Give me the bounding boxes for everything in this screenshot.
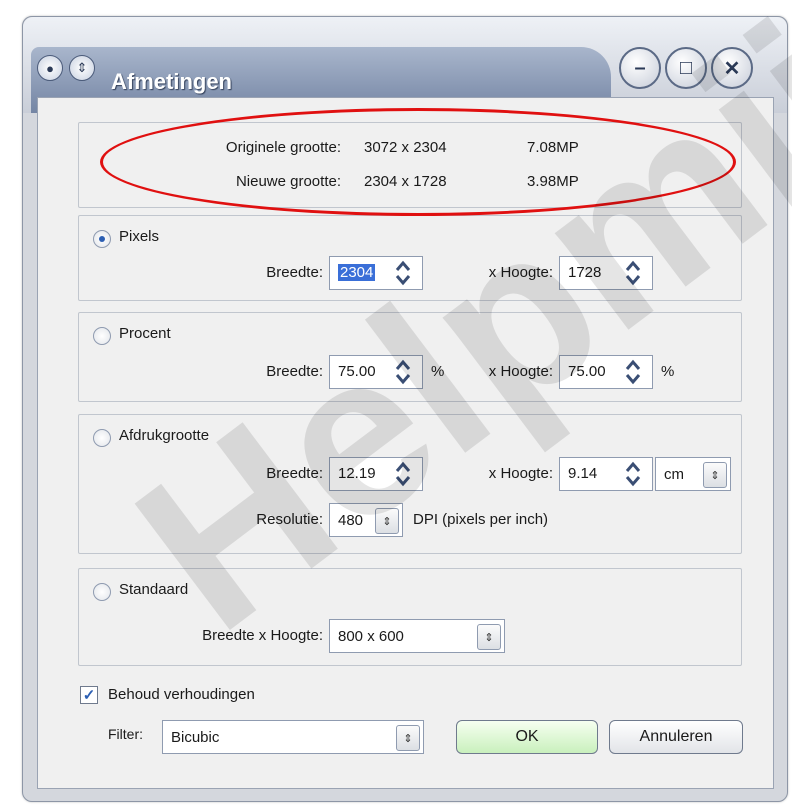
standard-size-value: 800 x 600 (338, 628, 404, 645)
window-title: Afmetingen (111, 69, 232, 94)
percent-group: Procent Breedte: 75.00 % x Hoogte: 75.00… (78, 312, 742, 402)
print-height-label: x Hoogte: (488, 465, 553, 482)
pixels-radio-label: Pixels (119, 228, 160, 245)
dropdown-icon: ⇕ (477, 624, 501, 650)
new-size-value: 2304 x 1728 (364, 173, 447, 190)
standard-group: Standaard Breedte x Hoogte: 800 x 600 ⇕ (78, 568, 742, 666)
collapse-icon[interactable]: ⇕ (69, 55, 95, 81)
original-mp-value: 7.08MP (527, 139, 579, 156)
standard-radio[interactable] (93, 583, 111, 601)
percent-width-spinner[interactable] (391, 356, 415, 388)
pixels-width-spinner[interactable] (391, 257, 415, 289)
print-height-spinner[interactable] (621, 458, 645, 490)
percent-radio[interactable] (93, 327, 111, 345)
percent-width-label: Breedte: (266, 363, 323, 380)
pixels-height-spinner[interactable] (621, 257, 645, 289)
print-size-radio-label: Afdrukgrootte (119, 427, 210, 444)
close-button[interactable]: ✕ (711, 47, 753, 89)
print-width-label: Breedte: (266, 465, 323, 482)
print-unit-select[interactable]: cm ⇕ (655, 457, 731, 491)
size-summary-group: Originele grootte: 3072 x 2304 7.08MP Ni… (78, 122, 742, 208)
original-size-value: 3072 x 2304 (364, 139, 447, 156)
print-size-radio[interactable] (93, 429, 111, 447)
pixels-group: Pixels Breedte: 2304 x Hoogte: 1728 (78, 215, 742, 301)
dropdown-icon: ⇕ (375, 508, 399, 534)
window-menu-icon[interactable]: ● (37, 55, 63, 81)
standard-size-label: Breedte x Hoogte: (202, 627, 323, 644)
ok-button[interactable]: OK (456, 720, 598, 754)
print-unit-value: cm (664, 466, 684, 483)
filter-select[interactable]: Bicubic ⇕ (162, 720, 424, 754)
percent-width-unit: % (431, 363, 445, 380)
resolution-unit: DPI (pixels per inch) (413, 511, 549, 528)
percent-radio-label: Procent (119, 325, 171, 342)
original-size-label: Originele grootte: (225, 139, 341, 156)
print-size-group: Afdrukgrootte Breedte: 12.19 x Hoogte: 9… (78, 414, 742, 554)
filter-value: Bicubic (171, 729, 220, 746)
resolution-value: 480 (338, 512, 364, 529)
maximize-button[interactable]: □ (665, 47, 707, 89)
percent-height-label: x Hoogte: (488, 363, 553, 380)
dropdown-icon: ⇕ (703, 462, 727, 488)
dialog-body: Originele grootte: 3072 x 2304 7.08MP Ni… (37, 97, 774, 789)
filter-label: Filter: (108, 726, 143, 742)
cancel-button[interactable]: Annuleren (609, 720, 743, 754)
minimize-button[interactable]: – (619, 47, 661, 89)
pixels-height-label: x Hoogte: (488, 264, 553, 281)
percent-height-unit: % (661, 363, 675, 380)
keep-ratio-checkbox[interactable]: ✓ (80, 686, 98, 704)
resolution-label: Resolutie: (256, 511, 323, 528)
resolution-select[interactable]: 480 ⇕ (329, 503, 403, 537)
pixels-radio[interactable] (93, 230, 111, 248)
dialog-window: ● ⇕ Afmetingen – □ ✕ Originele grootte: … (22, 16, 788, 802)
percent-height-spinner[interactable] (621, 356, 645, 388)
standard-size-select[interactable]: 800 x 600 ⇕ (329, 619, 505, 653)
print-width-spinner[interactable] (391, 458, 415, 490)
keep-ratio-label: Behoud verhoudingen (108, 686, 255, 703)
standard-radio-label: Standaard (119, 581, 189, 598)
pixels-width-label: Breedte: (266, 264, 323, 281)
dropdown-icon: ⇕ (396, 725, 420, 751)
new-size-label: Nieuwe grootte: (235, 173, 341, 190)
new-mp-value: 3.98MP (527, 173, 579, 190)
